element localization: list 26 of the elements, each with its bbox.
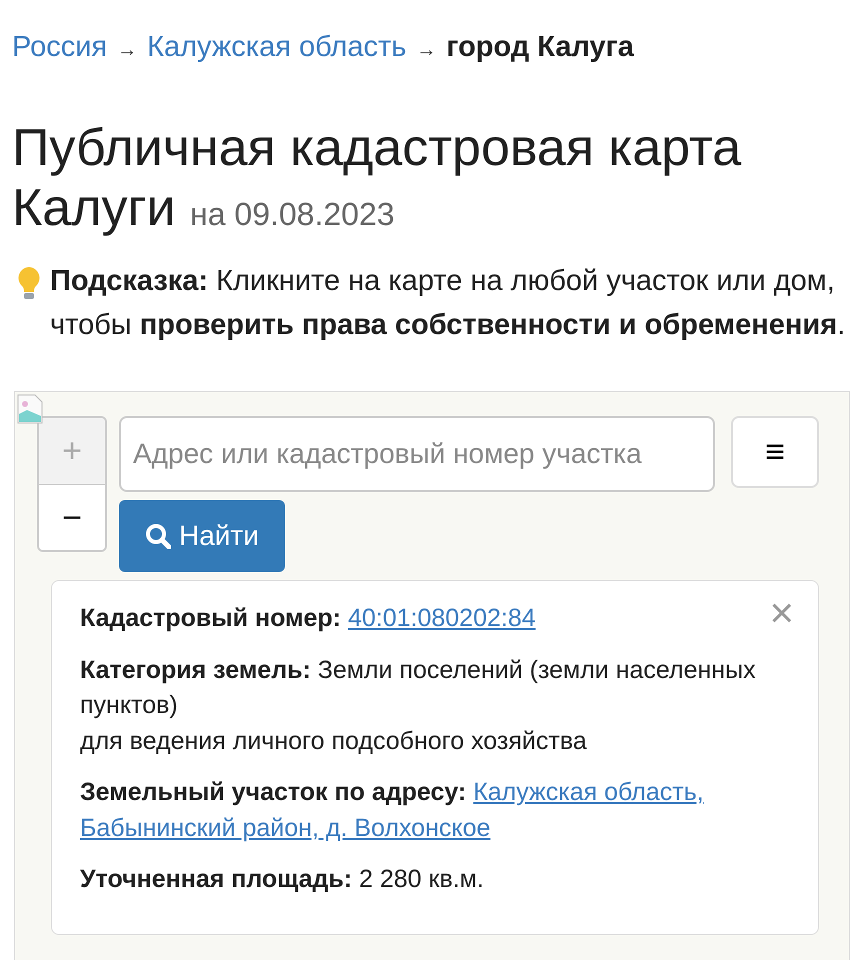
field-label: Кадастровый номер: [80,604,341,632]
light-bulb-icon [16,266,42,300]
breadcrumb-arrow: → [117,39,138,61]
breadcrumb-link[interactable]: Россия [12,31,108,63]
field-link[interactable]: Калужская область, [473,778,704,806]
page-title: Публичная кадастровая карта [12,118,742,179]
breadcrumb-arrow: → [416,39,436,61]
page-title: Калуги [12,178,176,237]
hint-text: Подсказка: Кликните на карте на любой участок или дом, чтобы проверить права собственности и обременения. [50,264,846,343]
field-link[interactable]: Бабынинский район, д. Волхонское [80,810,490,846]
field-label: Земельный участок по адресу: [80,778,466,806]
search-field[interactable]: Адрес или кадастровый номер участка [119,416,715,492]
field-link[interactable]: 40:01:080202:84 [348,604,536,632]
breadcrumb-link[interactable]: Калужская область [147,31,406,63]
broken-image-icon [17,394,43,424]
date-text: на 09.08.2023 [190,196,395,232]
menu-button[interactable]: ≡ [731,416,819,488]
breadcrumb-current: город Калуга [446,31,634,63]
map-panel[interactable] [14,391,850,960]
field-text: Уточненная площадь: 2 280 кв.м. [80,864,485,896]
zoom-out-button[interactable]: − [39,484,105,550]
field-text: Категория земель: Земли поселений (земли населенных пунктов) [80,654,757,722]
close-button[interactable]: × [763,591,800,636]
search-icon [145,523,171,550]
find-button[interactable]: Найти [119,500,285,572]
field-note: для ведения личного подсобного хозяйства [80,726,588,757]
